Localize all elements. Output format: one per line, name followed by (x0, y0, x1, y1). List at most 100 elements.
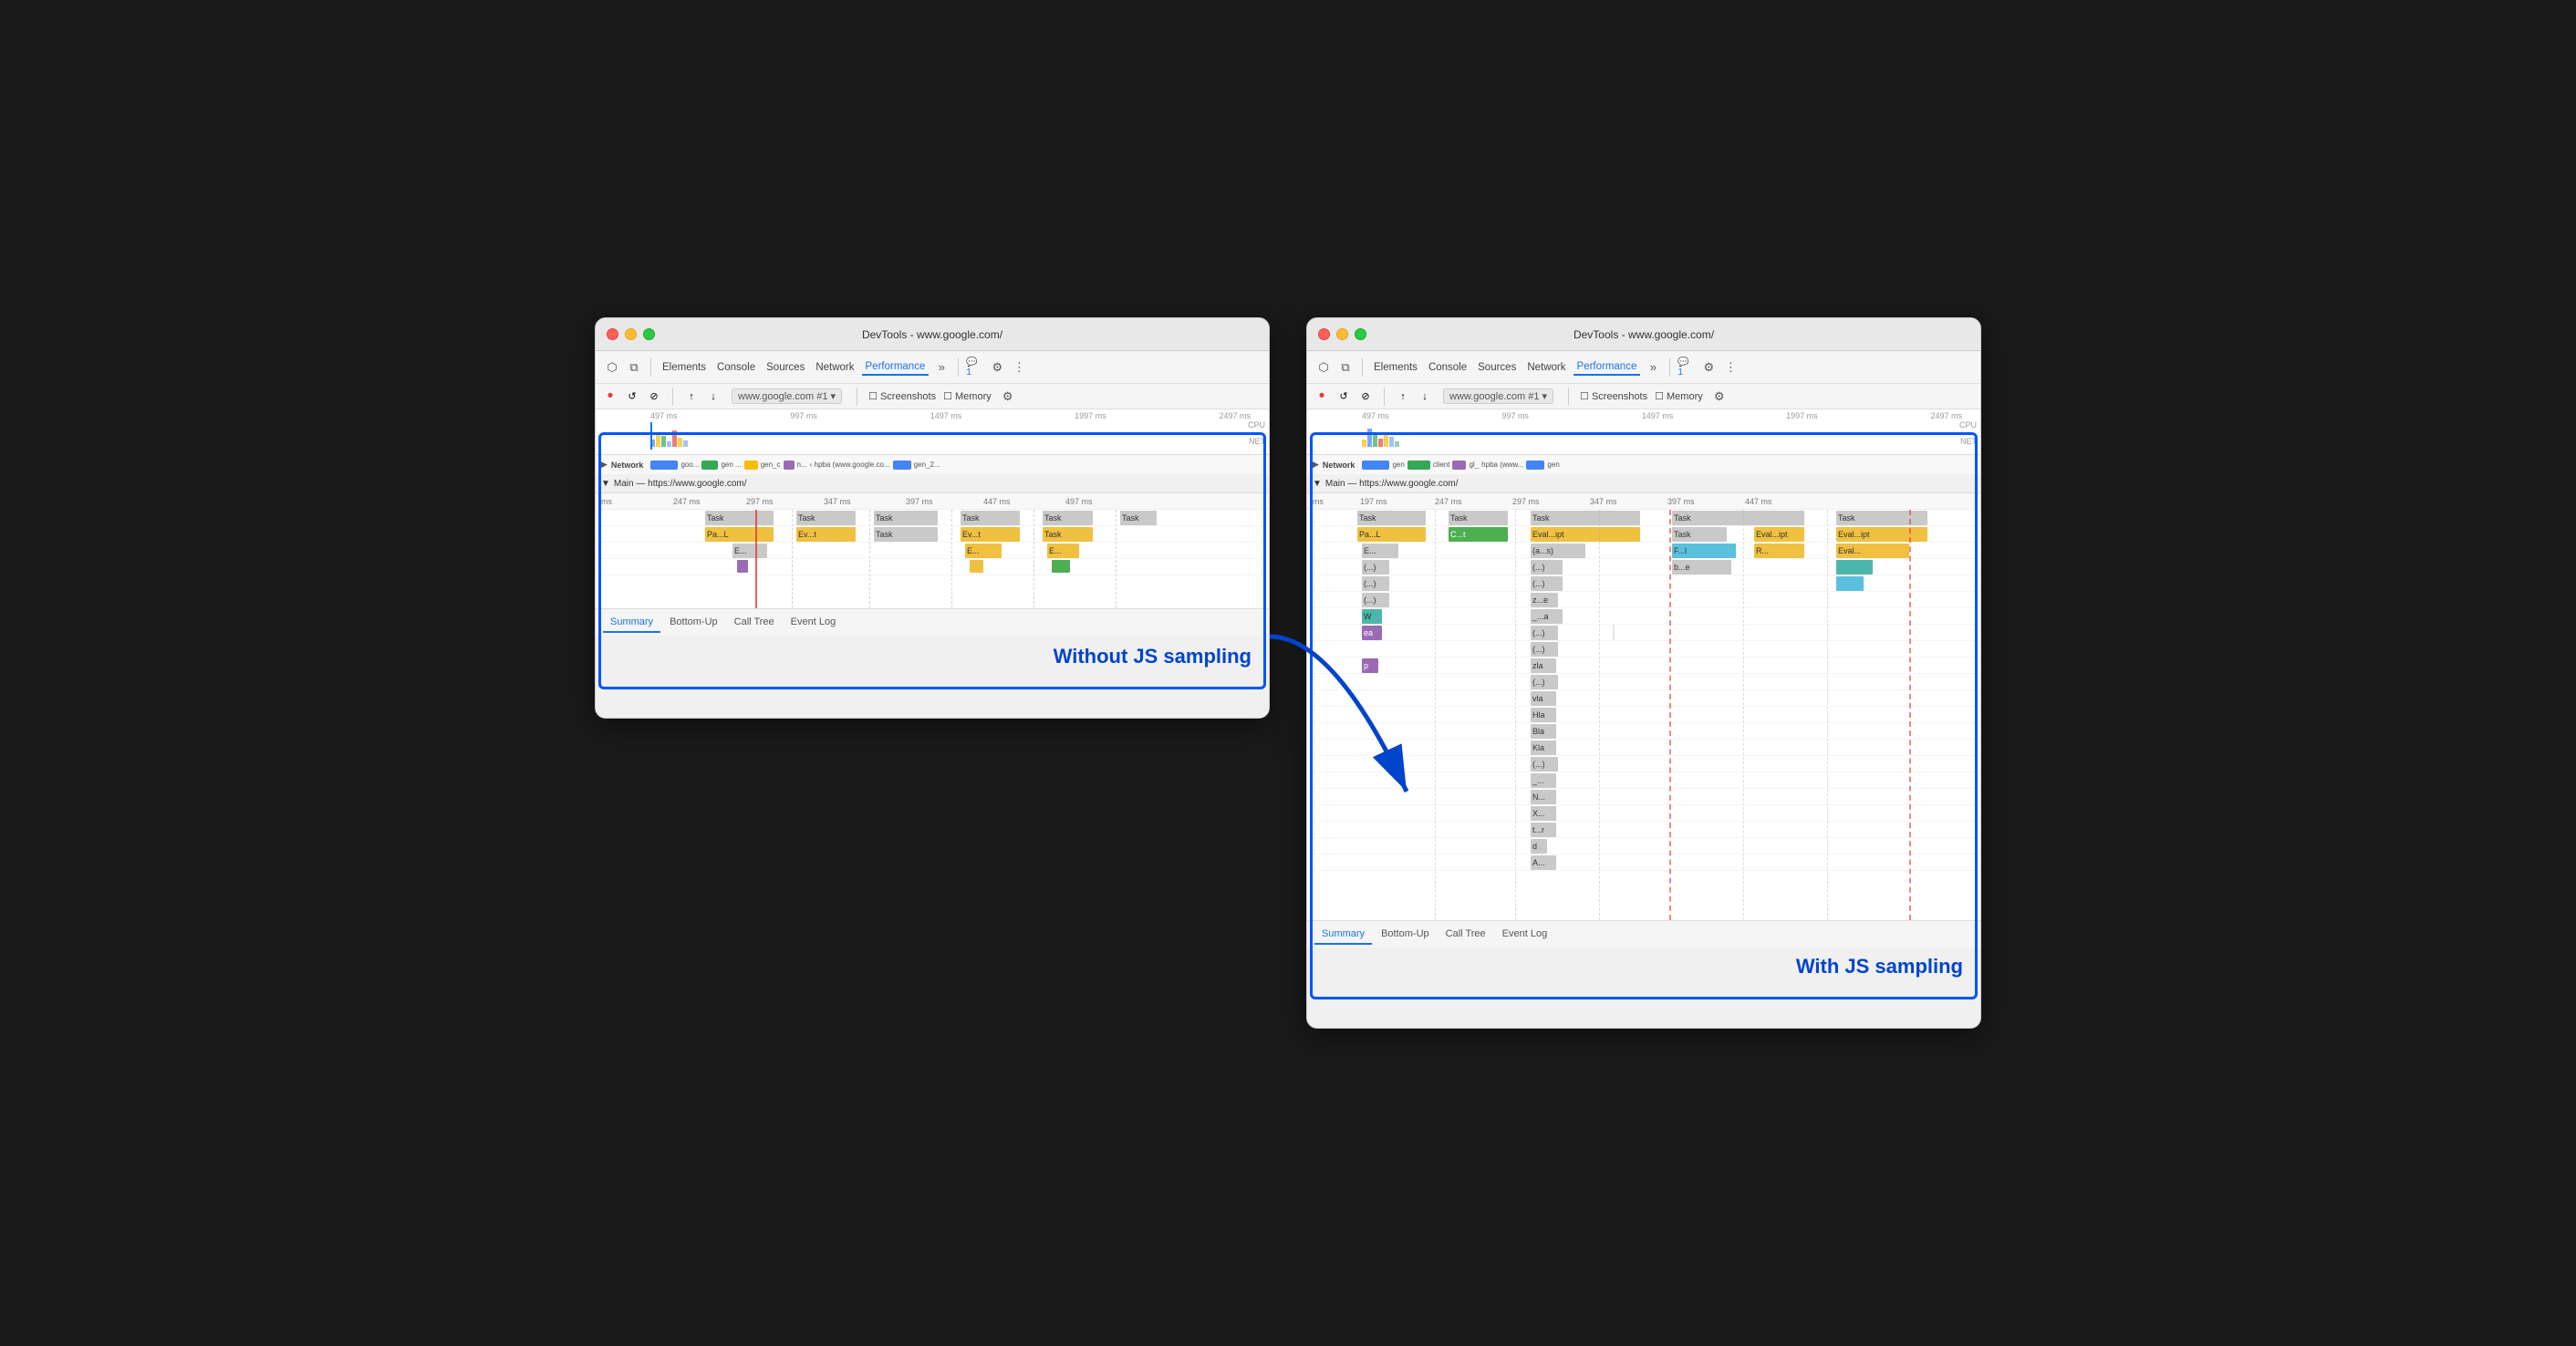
left-tab-bottomup[interactable]: Bottom-Up (662, 613, 725, 633)
right-network-expand[interactable]: ▶ (1313, 460, 1319, 470)
left-bar-task-4[interactable]: Task (961, 511, 1020, 525)
right-tab-calltree[interactable]: Call Tree (1439, 925, 1493, 945)
left-maximize-button[interactable] (643, 328, 655, 340)
right-bar-p5[interactable]: (...) (1362, 593, 1389, 607)
right-bar-eval3[interactable]: Eval...ipt (1836, 527, 1927, 542)
left-reload-icon[interactable]: ↺ (625, 389, 639, 404)
left-clear-icon[interactable]: ⊘ (647, 389, 661, 404)
right-bar-pal[interactable]: Pa...L (1357, 527, 1426, 542)
right-record-icon[interactable]: ⏺ (1314, 389, 1329, 404)
left-record-icon[interactable]: ⏺ (603, 389, 618, 404)
right-bar-tr[interactable]: t...r (1531, 823, 1556, 837)
right-tab-network[interactable]: Network (1523, 360, 1569, 375)
right-tab-summary[interactable]: Summary (1314, 925, 1372, 945)
right-bar-ct[interactable]: C...t (1449, 527, 1508, 542)
right-bar-p4[interactable]: (...) (1531, 576, 1563, 591)
right-bar-xdots[interactable]: X... (1531, 806, 1556, 821)
right-bar-task-5[interactable]: Task (1836, 511, 1927, 525)
right-bar-task-1[interactable]: Task (1357, 511, 1426, 525)
left-tab-elements[interactable]: Elements (659, 360, 710, 375)
right-bar-p1[interactable]: (...) (1362, 560, 1389, 575)
right-bar-udots[interactable]: _... (1531, 773, 1556, 788)
left-cursor-icon[interactable]: ⬡ (603, 358, 621, 377)
left-bar-e3[interactable]: E... (1047, 544, 1079, 558)
left-bar-task-2[interactable]: Task (796, 511, 856, 525)
right-bar-teal1[interactable] (1836, 560, 1873, 575)
left-bar-evt2[interactable]: Ev...t (961, 527, 1020, 542)
left-tab-sources[interactable]: Sources (763, 360, 808, 375)
right-bar-eval4[interactable]: Eval... (1836, 544, 1909, 558)
left-more-icon[interactable]: ⋮ (1010, 358, 1028, 377)
right-download-icon[interactable]: ↓ (1418, 389, 1432, 404)
left-screenshots-check[interactable]: ☐ Screenshots (868, 390, 936, 402)
left-tab-summary[interactable]: Summary (603, 613, 660, 633)
left-bar-e2[interactable]: E... (965, 544, 1002, 558)
right-bar-e1[interactable]: E... (1362, 544, 1398, 558)
left-tab-performance[interactable]: Performance (862, 359, 930, 376)
left-tab-eventlog[interactable]: Event Log (784, 613, 844, 633)
right-bar-p6[interactable]: (...) (1531, 626, 1558, 640)
left-memory-check[interactable]: ☐ Memory (943, 390, 992, 402)
right-perf-settings-icon[interactable]: ⚙ (1710, 388, 1729, 406)
right-bar-fl[interactable]: F...l (1672, 544, 1736, 558)
right-bar-bla[interactable]: Bla (1531, 724, 1556, 739)
left-download-icon[interactable]: ↓ (706, 389, 721, 404)
left-bar-pal[interactable]: Pa...L (705, 527, 774, 542)
right-bar-eval1[interactable]: Eval...ipt (1531, 527, 1640, 542)
right-bar-w[interactable]: W (1362, 609, 1382, 624)
right-tab-elements[interactable]: Elements (1370, 360, 1421, 375)
right-settings-icon[interactable]: ⚙ (1699, 358, 1718, 377)
left-settings-icon[interactable]: ⚙ (988, 358, 1006, 377)
right-tab-eventlog[interactable]: Event Log (1495, 925, 1555, 945)
right-tab-sources[interactable]: Sources (1474, 360, 1520, 375)
right-bar-blue1[interactable] (1836, 576, 1864, 591)
right-more-icon[interactable]: ⋮ (1721, 358, 1740, 377)
left-perf-settings-icon[interactable]: ⚙ (999, 388, 1017, 406)
right-close-button[interactable] (1318, 328, 1330, 340)
right-bar-task-3[interactable]: Task (1531, 511, 1640, 525)
right-tab-console[interactable]: Console (1425, 360, 1470, 375)
right-reload-icon[interactable]: ↺ (1336, 389, 1351, 404)
left-bar-e[interactable]: E... (732, 544, 767, 558)
left-url-input[interactable]: www.google.com #1 ▾ (732, 388, 842, 404)
left-layers-icon[interactable]: ⧉ (625, 358, 643, 377)
left-close-button[interactable] (607, 328, 618, 340)
right-messages-icon[interactable]: 💬 1 (1678, 358, 1696, 377)
right-bar-zla[interactable]: zla (1531, 658, 1556, 673)
left-bar-task-1[interactable]: Task (705, 511, 774, 525)
right-bar-p7[interactable]: (...) (1531, 642, 1558, 657)
right-bar-be[interactable]: b...e (1672, 560, 1731, 575)
left-main-expand[interactable]: ▼ (601, 479, 610, 489)
left-minimize-button[interactable] (625, 328, 637, 340)
right-clear-icon[interactable]: ⊘ (1358, 389, 1373, 404)
right-bar-kla[interactable]: Kla (1531, 740, 1556, 755)
right-bar-p3[interactable]: (...) (1362, 576, 1389, 591)
left-bar-task-2b[interactable]: Task (874, 527, 938, 542)
right-bar-p-small[interactable]: p (1362, 658, 1378, 673)
right-bar-adots[interactable]: A... (1531, 855, 1556, 870)
left-messages-icon[interactable]: 💬 1 (966, 358, 984, 377)
right-main-expand[interactable]: ▼ (1313, 479, 1322, 489)
left-tab-calltree[interactable]: Call Tree (727, 613, 782, 633)
right-screenshots-check[interactable]: ☐ Screenshots (1580, 390, 1647, 402)
right-memory-check[interactable]: ☐ Memory (1655, 390, 1703, 402)
right-bar-eval2[interactable]: Eval...ipt (1754, 527, 1804, 542)
right-bar-task-4[interactable]: Task (1672, 511, 1804, 525)
left-tab-console[interactable]: Console (713, 360, 759, 375)
right-bar-p2[interactable]: (...) (1531, 560, 1563, 575)
left-upload-icon[interactable]: ↑ (684, 389, 699, 404)
left-bar-evt[interactable]: Ev...t (796, 527, 856, 542)
left-network-expand[interactable]: ▶ (601, 460, 608, 470)
left-bar-task-5[interactable]: Task (1043, 511, 1093, 525)
right-tab-performance[interactable]: Performance (1574, 359, 1641, 376)
left-bar-task-5b[interactable]: Task (1043, 527, 1093, 542)
right-bar-task-2[interactable]: Task (1449, 511, 1508, 525)
right-cursor-icon[interactable]: ⬡ (1314, 358, 1333, 377)
right-tab-bottomup[interactable]: Bottom-Up (1374, 925, 1437, 945)
right-bar-ua[interactable]: _...a (1531, 609, 1563, 624)
left-more-tabs-icon[interactable]: » (932, 358, 950, 377)
right-bar-ndots[interactable]: N... (1531, 790, 1556, 804)
right-bar-r[interactable]: R... (1754, 544, 1804, 558)
right-more-tabs-icon[interactable]: » (1644, 358, 1662, 377)
right-bar-p8[interactable]: (...) (1531, 675, 1558, 689)
